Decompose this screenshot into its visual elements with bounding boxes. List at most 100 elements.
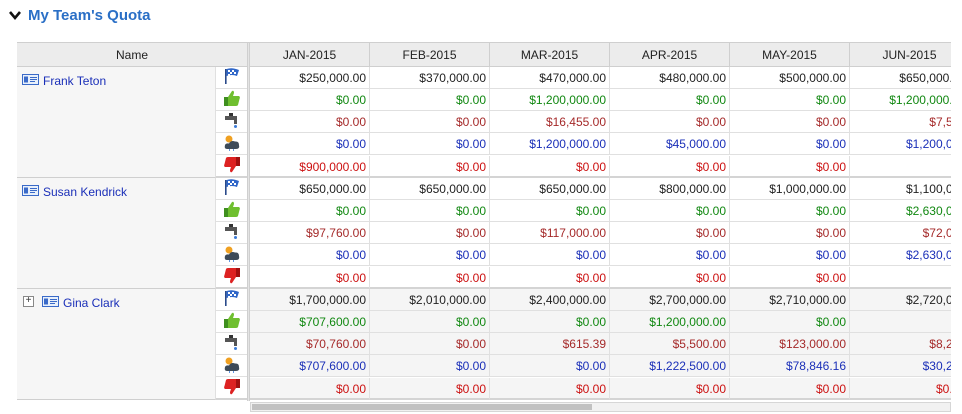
checkered-flag-icon xyxy=(223,178,241,199)
amount-cell: $480,000.00 xyxy=(610,67,730,89)
thumbs-up-icon xyxy=(223,89,241,110)
amount-cell: $0.00 xyxy=(730,89,850,111)
amount-cell: $0.00 xyxy=(610,111,730,133)
amount-cell: $1,100,000 xyxy=(850,178,951,200)
month-header: MAY-2015 xyxy=(730,43,850,67)
amount-cell: $0.00 xyxy=(730,111,850,133)
amount-cell: $2,630,000 xyxy=(850,200,951,222)
amount-cell: $0.00 xyxy=(370,244,490,266)
amount-cell: $800,000.00 xyxy=(610,178,730,200)
amount-cell: $0.00 xyxy=(370,156,490,178)
amount-cell: $2,630,000 xyxy=(850,244,951,266)
scrollbar-thumb[interactable] xyxy=(252,404,592,410)
amount-cell: $250,000.00 xyxy=(250,67,370,89)
horizontal-scrollbar[interactable] xyxy=(250,402,951,412)
amount-cell: $97,760.00 xyxy=(250,222,370,244)
amount-cell: $123,000.00 xyxy=(730,333,850,355)
amount-cell: $78,846.16 xyxy=(730,355,850,377)
amount-cell: $0.00 xyxy=(730,222,850,244)
faucet-icon xyxy=(223,111,241,132)
amount-cell: $0.00 xyxy=(370,355,490,377)
amount-cell: $0 xyxy=(850,311,951,333)
amount-cell: $0.00 xyxy=(610,267,730,289)
amount-cell: $650,000.00 xyxy=(370,178,490,200)
thumbs-down-icon-cell xyxy=(216,267,247,289)
amount-cell: $0.00 xyxy=(730,378,850,400)
amount-cell: $2,720,000 xyxy=(850,289,951,311)
amount-cell: $0 xyxy=(850,267,951,289)
amount-cell: $650,000.00 xyxy=(850,67,951,89)
amount-cell: $0.00 xyxy=(730,156,850,178)
amount-cell: $0.00 xyxy=(490,267,610,289)
amount-cell: $0.00 xyxy=(250,133,370,155)
amount-cell: $30,261 xyxy=(850,355,951,377)
amount-cell: $0.00 xyxy=(370,111,490,133)
thumbs-down-icon xyxy=(223,156,241,177)
amount-cell: $1,200,000.00 xyxy=(490,89,610,111)
month-header-label: JAN-2015 xyxy=(282,47,337,62)
amount-cell: $0.00 xyxy=(370,222,490,244)
thumbs-up-icon xyxy=(223,311,241,332)
name-cell: + Gina Clark xyxy=(17,289,216,400)
amount-cell: $500,000.00 xyxy=(730,67,850,89)
checkered-flag-icon xyxy=(223,67,241,88)
amount-cell: $0.00 xyxy=(730,311,850,333)
amount-cell: $0.00 xyxy=(370,133,490,155)
amount-cell: $0.00 xyxy=(490,244,610,266)
amount-cell: $0.00 xyxy=(610,378,730,400)
month-header-label: APR-2015 xyxy=(641,47,698,62)
amount-cell: $0.00 xyxy=(850,378,951,400)
amount-cell: $117,000.00 xyxy=(490,222,610,244)
expand-button[interactable]: + xyxy=(23,296,34,307)
amount-cell: $2,710,000.00 xyxy=(730,289,850,311)
amount-cell: $650,000.00 xyxy=(250,178,370,200)
amount-cell: $1,222,500.00 xyxy=(610,355,730,377)
amount-cell: $0.00 xyxy=(610,200,730,222)
checkered-flag-icon-cell xyxy=(216,289,247,311)
month-header: FEB-2015 xyxy=(370,43,490,67)
month-header-label: FEB-2015 xyxy=(402,47,457,62)
person-name-link[interactable]: Frank Teton xyxy=(43,74,106,88)
amount-cell: $0.00 xyxy=(250,200,370,222)
amount-cell: $0.00 xyxy=(370,311,490,333)
amount-cell: $2,700,000.00 xyxy=(610,289,730,311)
amount-cell: $1,200,000.00 xyxy=(610,311,730,333)
section-header[interactable]: My Team's Quota xyxy=(8,4,150,26)
month-header: MAR-2015 xyxy=(490,43,610,67)
checkered-flag-icon-cell xyxy=(216,178,247,200)
thumbs-up-icon xyxy=(223,200,241,221)
person-name-link[interactable]: Susan Kendrick xyxy=(43,185,127,199)
amount-cell: $0.00 xyxy=(610,222,730,244)
amount-cell: $650,000.00 xyxy=(490,178,610,200)
section-title: My Team's Quota xyxy=(28,6,151,24)
amount-cell: $0.00 xyxy=(370,89,490,111)
amount-cell: $0.00 xyxy=(730,244,850,266)
month-header-label: JUN-2015 xyxy=(882,47,937,62)
amount-cell: $0.00 xyxy=(250,378,370,400)
thumbs-up-icon-cell xyxy=(216,200,247,222)
checkered-flag-icon-cell xyxy=(216,67,247,89)
amount-cell: $0.00 xyxy=(490,156,610,178)
faucet-icon-cell xyxy=(216,222,247,244)
amount-cell: $370,000.00 xyxy=(370,67,490,89)
amount-cell: $0.00 xyxy=(490,355,610,377)
cloudy-sun-icon xyxy=(223,244,241,265)
name-cell: Frank Teton xyxy=(17,67,216,178)
contact-card-icon xyxy=(42,296,59,307)
amount-cell: $0.00 xyxy=(370,267,490,289)
amount-cell: $1,200,000.00 xyxy=(490,133,610,155)
amount-cell: $0.00 xyxy=(370,200,490,222)
name-header-label: Name xyxy=(115,47,148,62)
faucet-icon-cell xyxy=(216,111,247,133)
chevron-down-icon[interactable] xyxy=(8,8,22,22)
amount-cell: $0.00 xyxy=(250,244,370,266)
person-name-link[interactable]: Gina Clark xyxy=(63,296,120,310)
amount-cell: $1,200,000 xyxy=(850,133,951,155)
cloudy-sun-icon xyxy=(223,133,241,154)
amount-cell: $72,000 xyxy=(850,222,951,244)
amount-cell: $707,600.00 xyxy=(250,311,370,333)
amount-cell: $0.00 xyxy=(490,311,610,333)
name-cell: Susan Kendrick xyxy=(17,178,216,289)
amount-cell: $1,200,000.00 xyxy=(850,89,951,111)
faucet-icon-cell xyxy=(216,333,247,355)
